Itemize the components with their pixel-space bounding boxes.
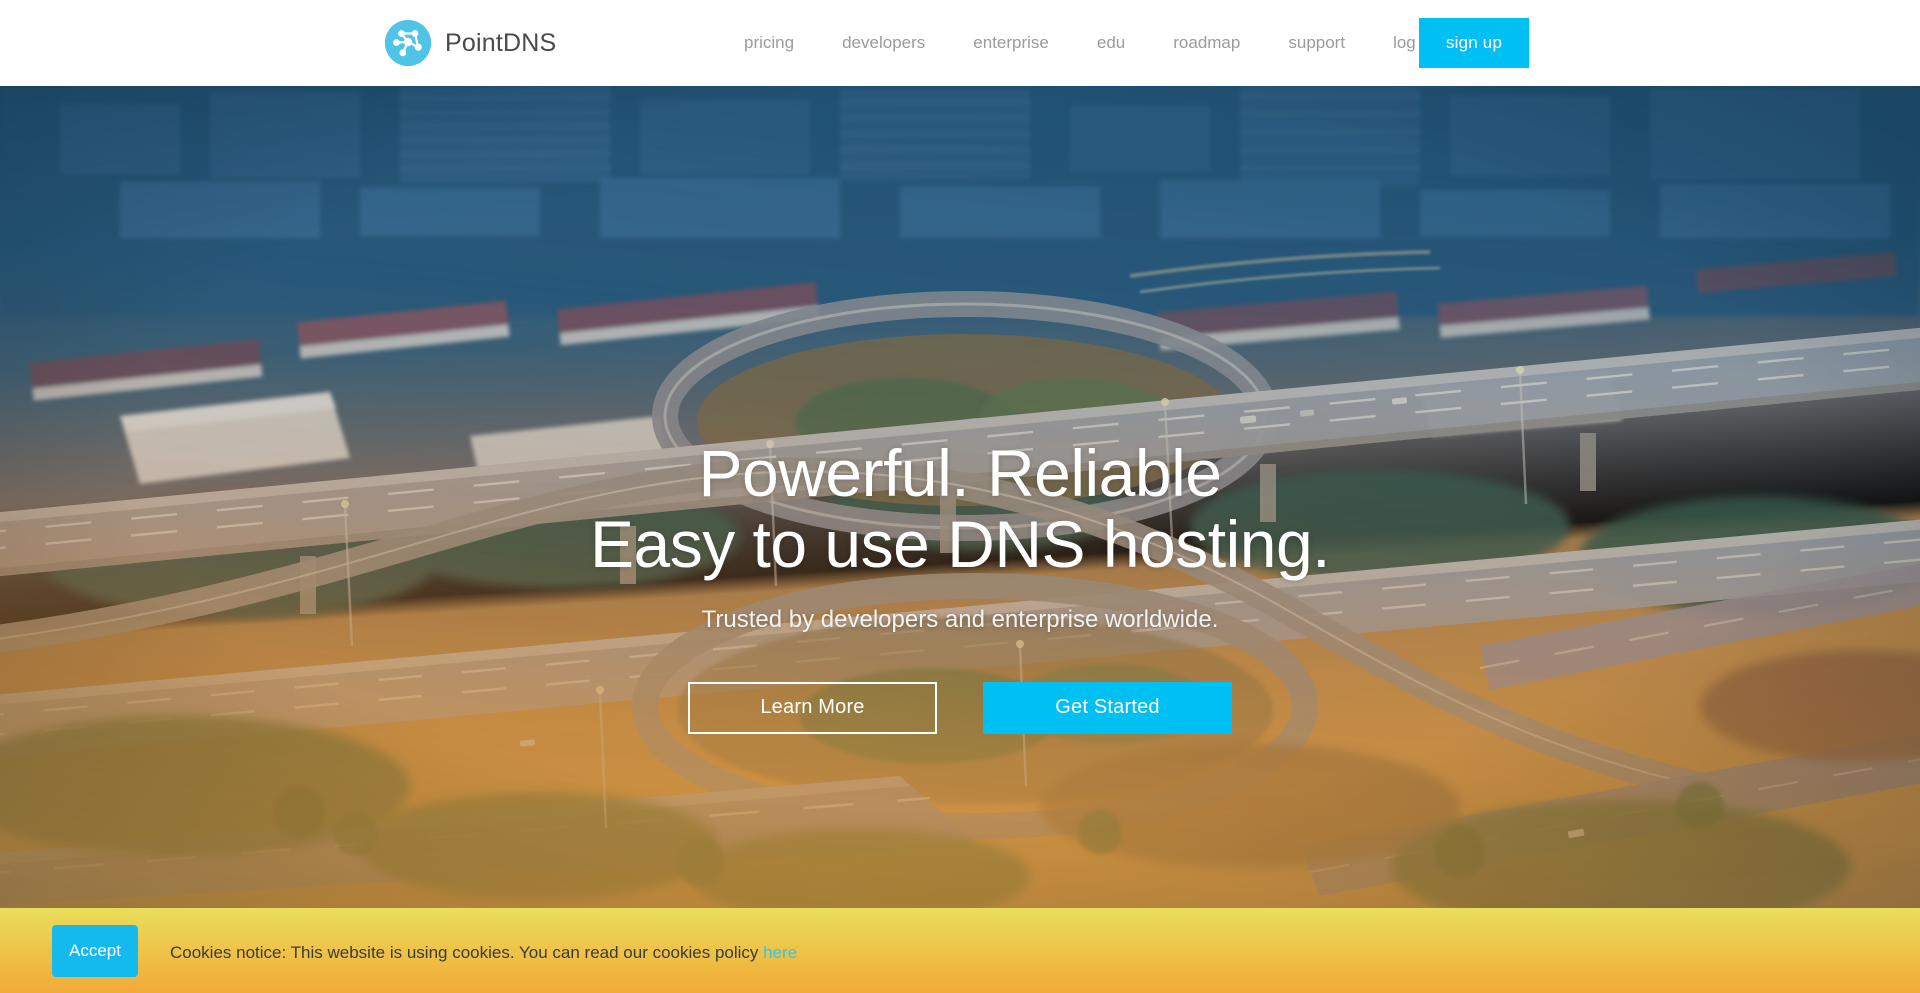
nav-link-support[interactable]: support [1264, 0, 1369, 86]
hero-content: Powerful. Reliable Easy to use DNS hosti… [0, 86, 1920, 908]
nav-link-roadmap[interactable]: roadmap [1149, 0, 1264, 86]
hero-cta-group: Learn More Get Started [688, 681, 1232, 734]
site-header: PointDNS pricing developers enterprise e… [0, 0, 1920, 86]
cookie-notice-bar: Accept Cookies notice: This website is u… [0, 908, 1920, 993]
hero-title: Powerful. Reliable Easy to use DNS hosti… [589, 436, 1331, 582]
nav-link-developers[interactable]: developers [818, 0, 949, 86]
brand-logo-link[interactable]: PointDNS [385, 0, 556, 86]
hero-section: Powerful. Reliable Easy to use DNS hosti… [0, 86, 1920, 908]
nav-link-pricing[interactable]: pricing [720, 0, 818, 86]
hero-title-line-1: Powerful. Reliable [698, 436, 1222, 510]
cookie-notice-message: Cookies notice: This website is using co… [170, 943, 759, 962]
hero-subtitle: Trusted by developers and enterprise wor… [701, 605, 1219, 633]
cookie-accept-button[interactable]: Accept [52, 925, 138, 977]
learn-more-button[interactable]: Learn More [688, 681, 937, 734]
nav-link-enterprise[interactable]: enterprise [949, 0, 1073, 86]
brand-name: PointDNS [445, 28, 557, 57]
network-nodes-icon [385, 20, 431, 66]
get-started-button[interactable]: Get Started [983, 681, 1232, 734]
nav-link-edu[interactable]: edu [1073, 0, 1149, 86]
sign-up-button[interactable]: sign up [1419, 18, 1529, 68]
cookie-policy-link[interactable]: here [763, 943, 797, 962]
landing-page: PointDNS pricing developers enterprise e… [0, 0, 1920, 993]
main-nav: pricing developers enterprise edu roadma… [720, 0, 1458, 86]
hero-title-line-2: Easy to use DNS hosting. [589, 507, 1331, 582]
cookie-notice-text: Cookies notice: This website is using co… [170, 943, 797, 963]
